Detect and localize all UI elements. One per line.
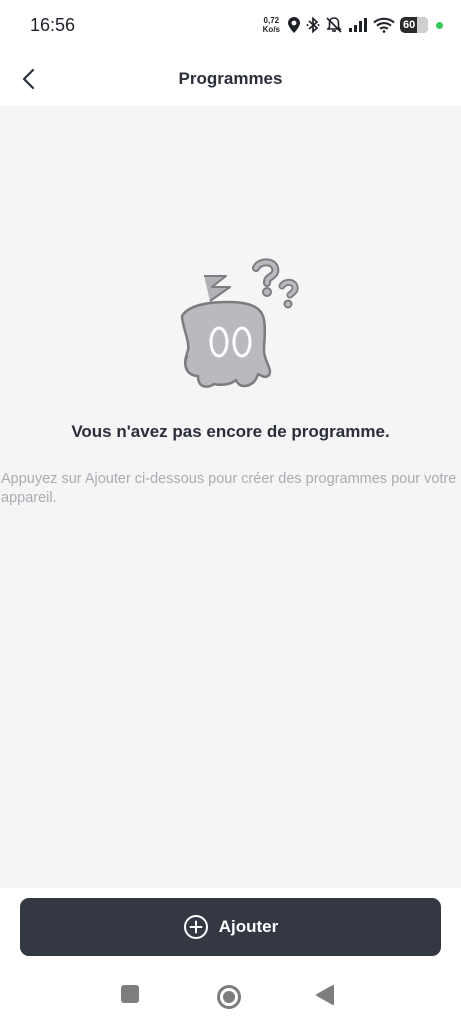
wifi-icon: [373, 17, 395, 33]
plus-circle-icon: [183, 915, 208, 939]
add-button[interactable]: Ajouter: [20, 898, 441, 956]
home-button[interactable]: [216, 984, 242, 1010]
top-app-bar: Programmes: [0, 52, 461, 106]
signal-icon: [348, 17, 368, 33]
privacy-indicator-dot: [436, 21, 443, 29]
triangle-back-icon: [316, 985, 334, 1005]
mute-icon: [325, 16, 343, 34]
empty-state-description: Appuyez sur Ajouter ci-dessous pour crée…: [1, 471, 457, 506]
back-nav-button[interactable]: [315, 984, 335, 1006]
battery-level: 60: [403, 19, 416, 31]
status-bar: 16:56 0,72 Ko/s 60: [0, 0, 461, 52]
status-time: 16:56: [30, 15, 76, 35]
empty-state-title: Vous n'avez pas encore de programme.: [71, 422, 390, 441]
network-speed: 0,72 Ko/s: [263, 16, 280, 34]
status-icons: 0,72 Ko/s 60: [263, 13, 443, 37]
recent-apps-button[interactable]: [120, 984, 140, 1004]
system-navigation-bar: [0, 970, 461, 1024]
location-icon: [287, 16, 301, 34]
empty-state-container: Vous n'avez pas encore de programme. App…: [0, 106, 461, 888]
network-speed-unit: Ko/s: [262, 25, 280, 34]
network-speed-value: 0,72: [263, 16, 280, 25]
battery-icon: 60: [400, 17, 428, 33]
page-title: Programmes: [178, 69, 283, 88]
bluetooth-icon: [306, 16, 320, 34]
square-icon: [121, 985, 139, 1003]
empty-mascot-illustration: [158, 258, 308, 398]
home-circle-icon: [217, 985, 241, 1009]
add-button-label: Ajouter: [218, 917, 279, 936]
